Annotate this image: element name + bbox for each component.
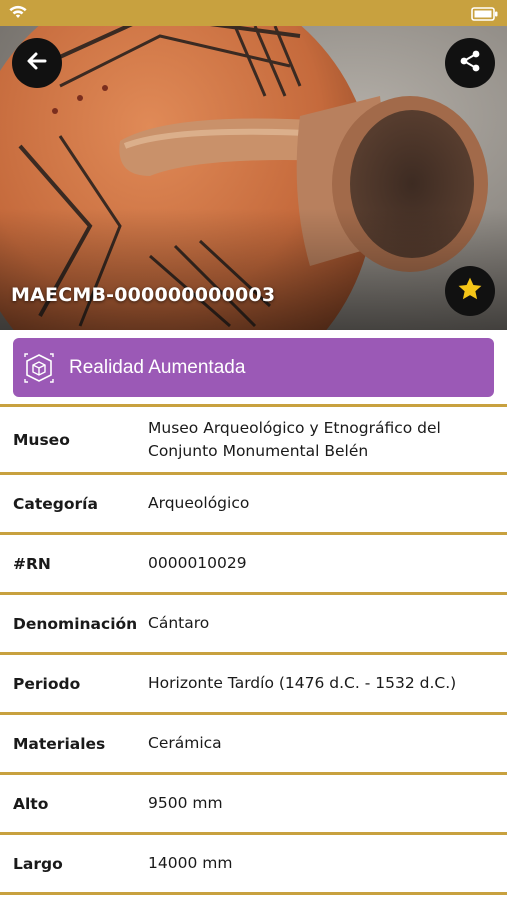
details-table: Museo Museo Arqueológico y Etnográfico d… <box>0 404 507 895</box>
artifact-code: MAECMB-000000000003 <box>11 284 276 306</box>
detail-key: Categoría <box>13 494 98 513</box>
detail-value: Cántaro <box>148 614 210 632</box>
detail-row-length: Largo 14000 mm <box>0 835 507 895</box>
status-bar <box>0 0 507 26</box>
detail-row-height: Alto 9500 mm <box>0 775 507 835</box>
detail-row-denomination: Denominación Cántaro <box>0 595 507 655</box>
detail-key: Museo <box>13 430 70 449</box>
detail-value: Arqueológico <box>148 494 250 512</box>
detail-row-museum: Museo Museo Arqueológico y Etnográfico d… <box>0 407 507 475</box>
star-icon <box>456 275 484 307</box>
wifi-icon <box>8 4 28 24</box>
augmented-reality-label: Realidad Aumentada <box>69 356 246 378</box>
detail-row-rn: #RN 0000010029 <box>0 535 507 595</box>
share-button[interactable] <box>445 38 495 88</box>
detail-key: Largo <box>13 854 63 873</box>
arrow-left-icon <box>26 50 48 76</box>
back-button[interactable] <box>12 38 62 88</box>
artifact-photo: MAECMB-000000000003 <box>0 26 507 330</box>
detail-value: Horizonte Tardío (1476 d.C. - 1532 d.C.) <box>148 674 457 692</box>
detail-value: 14000 mm <box>148 854 233 872</box>
detail-value: 0000010029 <box>148 554 247 572</box>
detail-key: #RN <box>13 554 51 573</box>
detail-row-period: Periodo Horizonte Tardío (1476 d.C. - 15… <box>0 655 507 715</box>
detail-key: Alto <box>13 794 49 813</box>
detail-value: 9500 mm <box>148 794 223 812</box>
detail-value: Museo Arqueológico y Etnográfico del Con… <box>148 418 441 460</box>
detail-row-category: Categoría Arqueológico <box>0 475 507 535</box>
augmented-reality-button[interactable]: Realidad Aumentada <box>13 338 494 397</box>
share-icon <box>458 49 482 77</box>
detail-key: Periodo <box>13 674 81 693</box>
battery-icon <box>471 6 499 25</box>
detail-value: Cerámica <box>148 734 222 752</box>
detail-row-materials: Materiales Cerámica <box>0 715 507 775</box>
detail-key: Denominación <box>13 614 138 633</box>
favorite-button[interactable] <box>445 266 495 316</box>
detail-key: Materiales <box>13 734 106 753</box>
augmented-reality-cube-icon <box>21 350 57 386</box>
